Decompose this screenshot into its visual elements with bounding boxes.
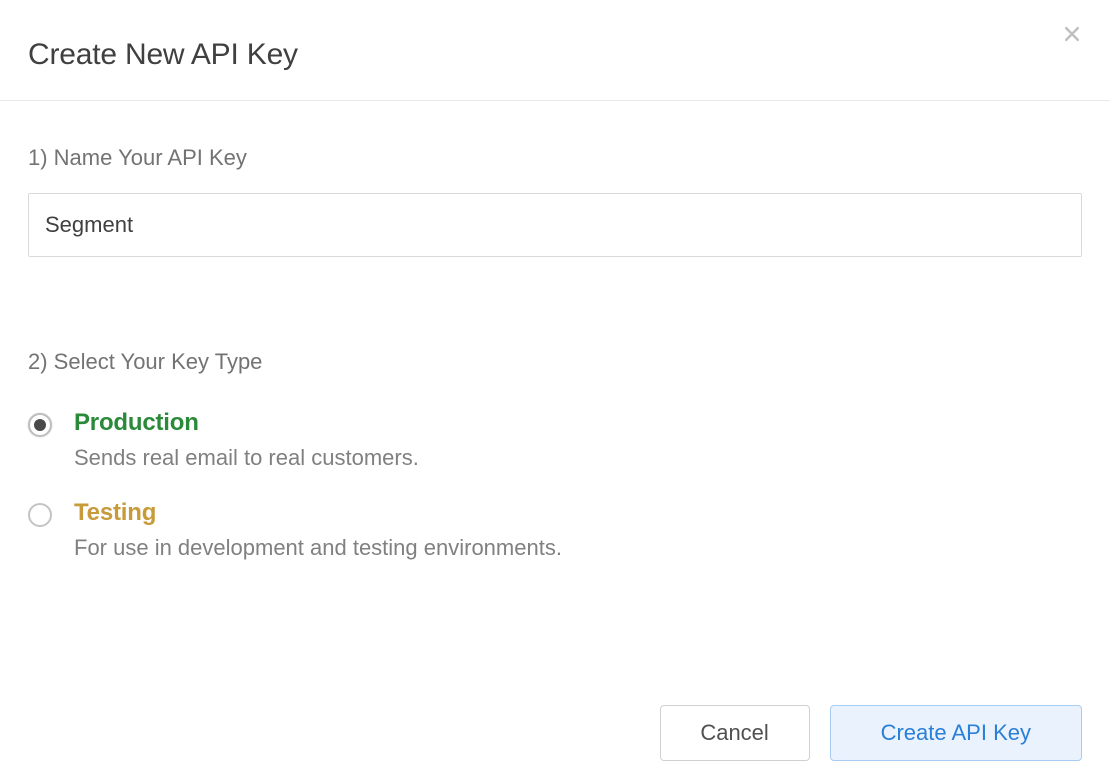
- create-api-key-button[interactable]: Create API Key: [830, 705, 1082, 761]
- radio-production-indicator: [28, 413, 52, 437]
- radio-testing-indicator: [28, 503, 52, 527]
- radio-testing-content: Testing For use in development and testi…: [74, 499, 1082, 561]
- radio-testing-desc: For use in development and testing envir…: [74, 535, 1082, 561]
- modal-body: 1) Name Your API Key 2) Select Your Key …: [0, 101, 1110, 561]
- key-type-section: 2) Select Your Key Type Production Sends…: [28, 349, 1082, 561]
- create-api-key-modal: Create New API Key 1) Name Your API Key …: [0, 0, 1110, 781]
- name-section: 1) Name Your API Key: [28, 145, 1082, 257]
- radio-option-production[interactable]: Production Sends real email to real cust…: [28, 409, 1082, 471]
- modal-title: Create New API Key: [28, 38, 1082, 72]
- modal-footer: Cancel Create API Key: [660, 705, 1082, 761]
- radio-production-title: Production: [74, 409, 1082, 437]
- key-type-radio-group: Production Sends real email to real cust…: [28, 409, 1082, 561]
- name-label: 1) Name Your API Key: [28, 145, 1082, 171]
- modal-header: Create New API Key: [0, 0, 1110, 101]
- radio-production-content: Production Sends real email to real cust…: [74, 409, 1082, 471]
- radio-option-testing[interactable]: Testing For use in development and testi…: [28, 499, 1082, 561]
- key-type-label: 2) Select Your Key Type: [28, 349, 1082, 375]
- close-icon: [1062, 24, 1082, 44]
- radio-production-desc: Sends real email to real customers.: [74, 445, 1082, 471]
- close-button[interactable]: [1058, 20, 1086, 48]
- cancel-button[interactable]: Cancel: [660, 705, 810, 761]
- api-key-name-input[interactable]: [28, 193, 1082, 257]
- radio-testing-title: Testing: [74, 499, 1082, 527]
